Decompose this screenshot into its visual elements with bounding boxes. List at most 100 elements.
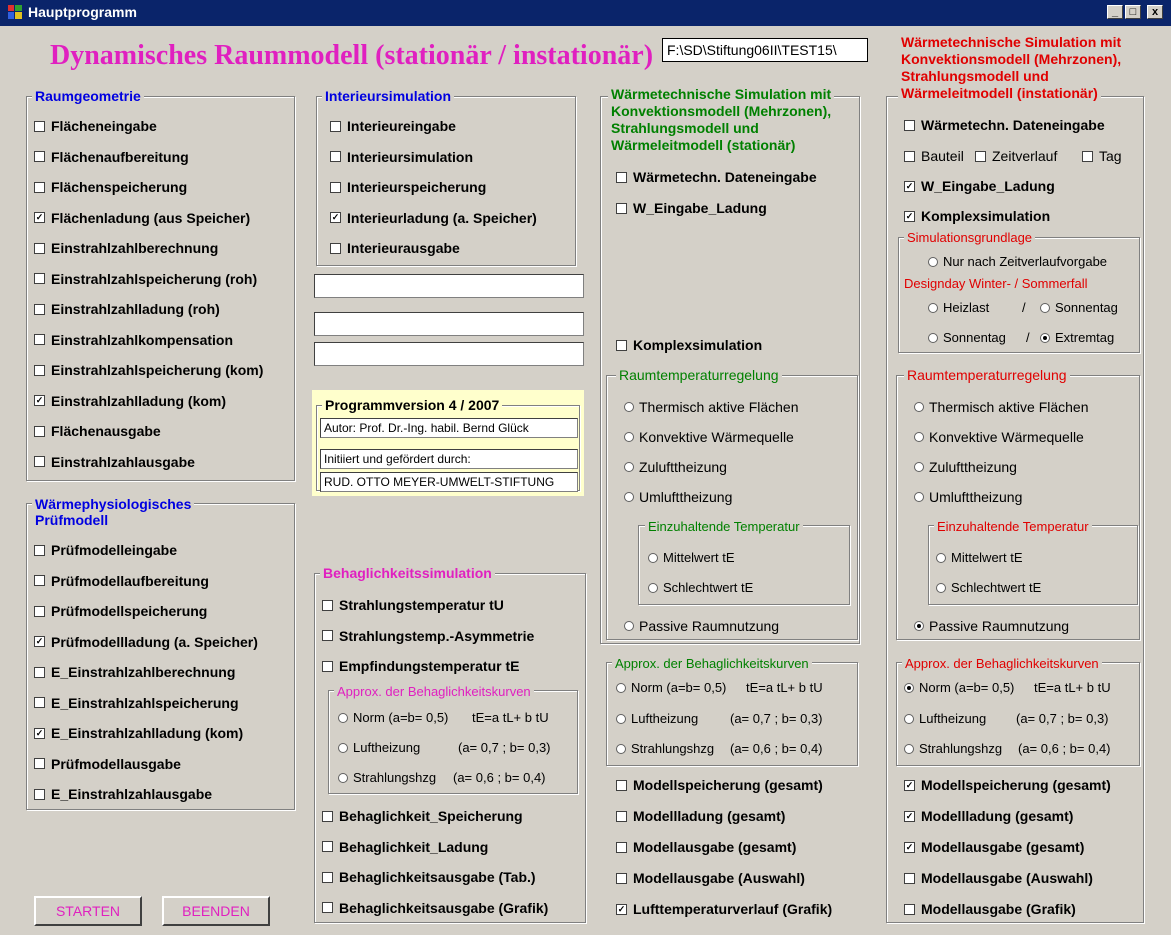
interieur-item-0[interactable]: Interieureingabe [330,118,456,134]
interieur-item-4[interactable]: Interieurausgabe [330,240,460,256]
instationaer-bottom-4[interactable]: Modellausgabe (Grafik) [904,901,1076,917]
instationaer-bottom-1[interactable]: ✓ Modellladung (gesamt) [904,808,1073,824]
radio-icon [616,743,626,754]
behaglichkeit-top-2[interactable]: Empfindungstemperatur tE [322,658,519,674]
checkbox-icon [330,120,341,132]
waermephysio-item-2[interactable]: Prüfmodellspeicherung [34,603,207,619]
radio-icon [616,713,626,724]
raumgeometrie-item-3[interactable]: ✓ Flächenladung (aus Speicher) [34,210,250,226]
behaglichkeit-bottom-1[interactable]: Behaglichkeit_Ladung [322,839,488,855]
behaglichkeit-bottom-3[interactable]: Behaglichkeitsausgabe (Grafik) [322,900,548,916]
bh-radio-strahlungshzg[interactable]: Strahlungshzg [338,770,436,786]
st-radio-luftheizung[interactable]: Luftheizung [616,711,698,727]
inst-radio-passiv[interactable]: Passive Raumnutzung [914,618,1069,634]
raumgeometrie-item-10[interactable]: Flächenausgabe [34,423,161,439]
inst-radio-norm[interactable]: Norm (a=b= 0,5) [904,680,1014,696]
st-komplex-checkbox[interactable]: Komplexsimulation [616,337,762,353]
raumgeometrie-item-4[interactable]: Einstrahlzahlberechnung [34,240,218,256]
raumgeometrie-item-7[interactable]: Einstrahlzahlkompensation [34,332,233,348]
text-input-3[interactable] [314,342,584,366]
raumgeometrie-item-5[interactable]: Einstrahlzahlspeicherung (roh) [34,271,257,287]
inst-regelung-opt-2[interactable]: Zulufttheizung [914,459,1017,475]
start-button[interactable]: STARTEN [34,896,142,926]
text-input-1[interactable] [314,274,584,298]
raumgeometrie-item-0[interactable]: Flächeneingabe [34,118,157,134]
inst-title-1: Wärmetechnische Simulation mit [898,34,1125,51]
inst-regelung-opt-1[interactable]: Konvektive Wärmequelle [914,429,1084,445]
inst-radio-strahlungshzg[interactable]: Strahlungshzg [904,741,1002,757]
maximize-button[interactable]: □ [1125,5,1141,19]
raumgeometrie-item-11[interactable]: Einstrahlzahlausgabe [34,454,195,470]
waermephysio-item-3[interactable]: ✓ Prüfmodellladung (a. Speicher) [34,634,258,650]
inst-radio-nur-zeitverlauf[interactable]: Nur nach Zeitverlaufvorgabe [928,254,1107,270]
st-regelung-opt-1[interactable]: Konvektive Wärmequelle [624,429,794,445]
st-strahlungshzg-coeffs: (a= 0,6 ; b= 0,4) [730,741,823,756]
checkbox-icon [34,697,45,709]
instationaer-bottom-2[interactable]: ✓ Modellausgabe (gesamt) [904,839,1084,855]
raumgeometrie-item-9[interactable]: ✓ Einstrahlzahlladung (kom) [34,393,226,409]
inst-komplex-checkbox[interactable]: ✓ Komplexsimulation [904,208,1050,224]
quit-button[interactable]: BEENDEN [162,896,270,926]
path-field[interactable]: F:\SD\Stiftung06II\TEST15\ [662,38,868,62]
st-regelung-opt-2[interactable]: Zulufttheizung [624,459,727,475]
stationaer-bottom-1[interactable]: Modellladung (gesamt) [616,808,785,824]
raumgeometrie-item-8[interactable]: Einstrahlzahlspeicherung (kom) [34,362,263,378]
close-button[interactable]: x [1147,5,1163,19]
raumgeometrie-item-1[interactable]: Flächenaufbereitung [34,149,189,165]
stationaer-bottom-3[interactable]: Modellausgabe (Auswahl) [616,870,805,886]
st-radio-norm[interactable]: Norm (a=b= 0,5) [616,680,726,696]
radio-icon [624,492,634,503]
raumgeometrie-item-2[interactable]: Flächenspeicherung [34,179,187,195]
raumgeometrie-item-6[interactable]: Einstrahlzahlladung (roh) [34,301,220,317]
st-radio-strahlungshzg[interactable]: Strahlungshzg [616,741,714,757]
waermephysio-item-7[interactable]: Prüfmodellausgabe [34,756,181,772]
waermephysio-item-8[interactable]: E_Einstrahlzahlausgabe [34,786,212,802]
waermephysio-item-4[interactable]: E_Einstrahlzahlberechnung [34,664,235,680]
interieur-item-3[interactable]: ✓ Interieurladung (a. Speicher) [330,210,537,226]
bh-radio-luftheizung[interactable]: Luftheizung [338,740,420,756]
inst-radio-heizlast[interactable]: Heizlast [928,300,989,316]
checkbox-icon: ✓ [34,727,45,739]
minimize-button[interactable]: _ [1107,5,1123,19]
stationaer-bottom-2[interactable]: Modellausgabe (gesamt) [616,839,796,855]
behaglichkeit-top-0[interactable]: Strahlungstemperatur tU [322,597,504,613]
inst-radio-sonnentag-2[interactable]: Sonnentag [928,330,1006,346]
inst-regelung-opt-3[interactable]: Umlufttheizung [914,489,1022,505]
inst-radio-luftheizung[interactable]: Luftheizung [904,711,986,727]
inst-zeitverlauf-checkbox[interactable]: Zeitverlauf [975,148,1057,164]
waermephysio-item-5[interactable]: E_Einstrahlzahlspeicherung [34,695,239,711]
st-dateneingabe-checkbox[interactable]: Wärmetechn. Dateneingabe [616,169,817,185]
waermephysio-item-0[interactable]: Prüfmodelleingabe [34,542,177,558]
inst-tag-checkbox[interactable]: Tag [1082,148,1122,164]
st-radio-schlechtwert[interactable]: Schlechtwert tE [648,580,753,596]
inst-radio-mittelwert[interactable]: Mittelwert tE [936,550,1023,566]
interieur-item-3-label: Interieurladung (a. Speicher) [347,209,537,226]
instationaer-bottom-0[interactable]: ✓ Modellspeicherung (gesamt) [904,777,1111,793]
inst-bauteil-checkbox[interactable]: Bauteil [904,148,964,164]
behaglichkeit-bottom-2[interactable]: Behaglichkeitsausgabe (Tab.) [322,869,536,885]
inst-dateneingabe-checkbox[interactable]: Wärmetechn. Dateneingabe [904,117,1105,133]
inst-sonnentag-2-label: Sonnentag [943,330,1006,345]
st-schlechtwert-label: Schlechtwert tE [663,580,754,595]
inst-regelung-opt-0[interactable]: Thermisch aktive Flächen [914,399,1089,415]
waermephysio-item-1[interactable]: Prüfmodellaufbereitung [34,573,209,589]
bh-radio-norm[interactable]: Norm (a=b= 0,5) [338,710,448,726]
stationaer-bottom-0[interactable]: Modellspeicherung (gesamt) [616,777,823,793]
inst-radio-extremtag[interactable]: Extremtag [1040,330,1114,346]
st-radio-passiv[interactable]: Passive Raumnutzung [624,618,779,634]
st-eingabe-ladung-checkbox[interactable]: W_Eingabe_Ladung [616,200,767,216]
st-regelung-opt-0[interactable]: Thermisch aktive Flächen [624,399,799,415]
behaglichkeit-bottom-0[interactable]: Behaglichkeit_Speicherung [322,808,523,824]
st-radio-mittelwert[interactable]: Mittelwert tE [648,550,735,566]
stationaer-bottom-4[interactable]: ✓ Lufttemperaturverlauf (Grafik) [616,901,832,917]
st-regelung-opt-3[interactable]: Umlufttheizung [624,489,732,505]
interieur-item-1[interactable]: Interieursimulation [330,149,473,165]
instationaer-bottom-3[interactable]: Modellausgabe (Auswahl) [904,870,1093,886]
inst-radio-schlechtwert[interactable]: Schlechtwert tE [936,580,1041,596]
behaglichkeit-top-1[interactable]: Strahlungstemp.-Asymmetrie [322,628,534,644]
interieur-item-2[interactable]: Interieurspeicherung [330,179,486,195]
inst-radio-sonnentag-1[interactable]: Sonnentag [1040,300,1118,316]
text-input-2[interactable] [314,312,584,336]
inst-eingabe-ladung-checkbox[interactable]: ✓ W_Eingabe_Ladung [904,178,1055,194]
waermephysio-item-6[interactable]: ✓ E_Einstrahlzahlladung (kom) [34,725,243,741]
